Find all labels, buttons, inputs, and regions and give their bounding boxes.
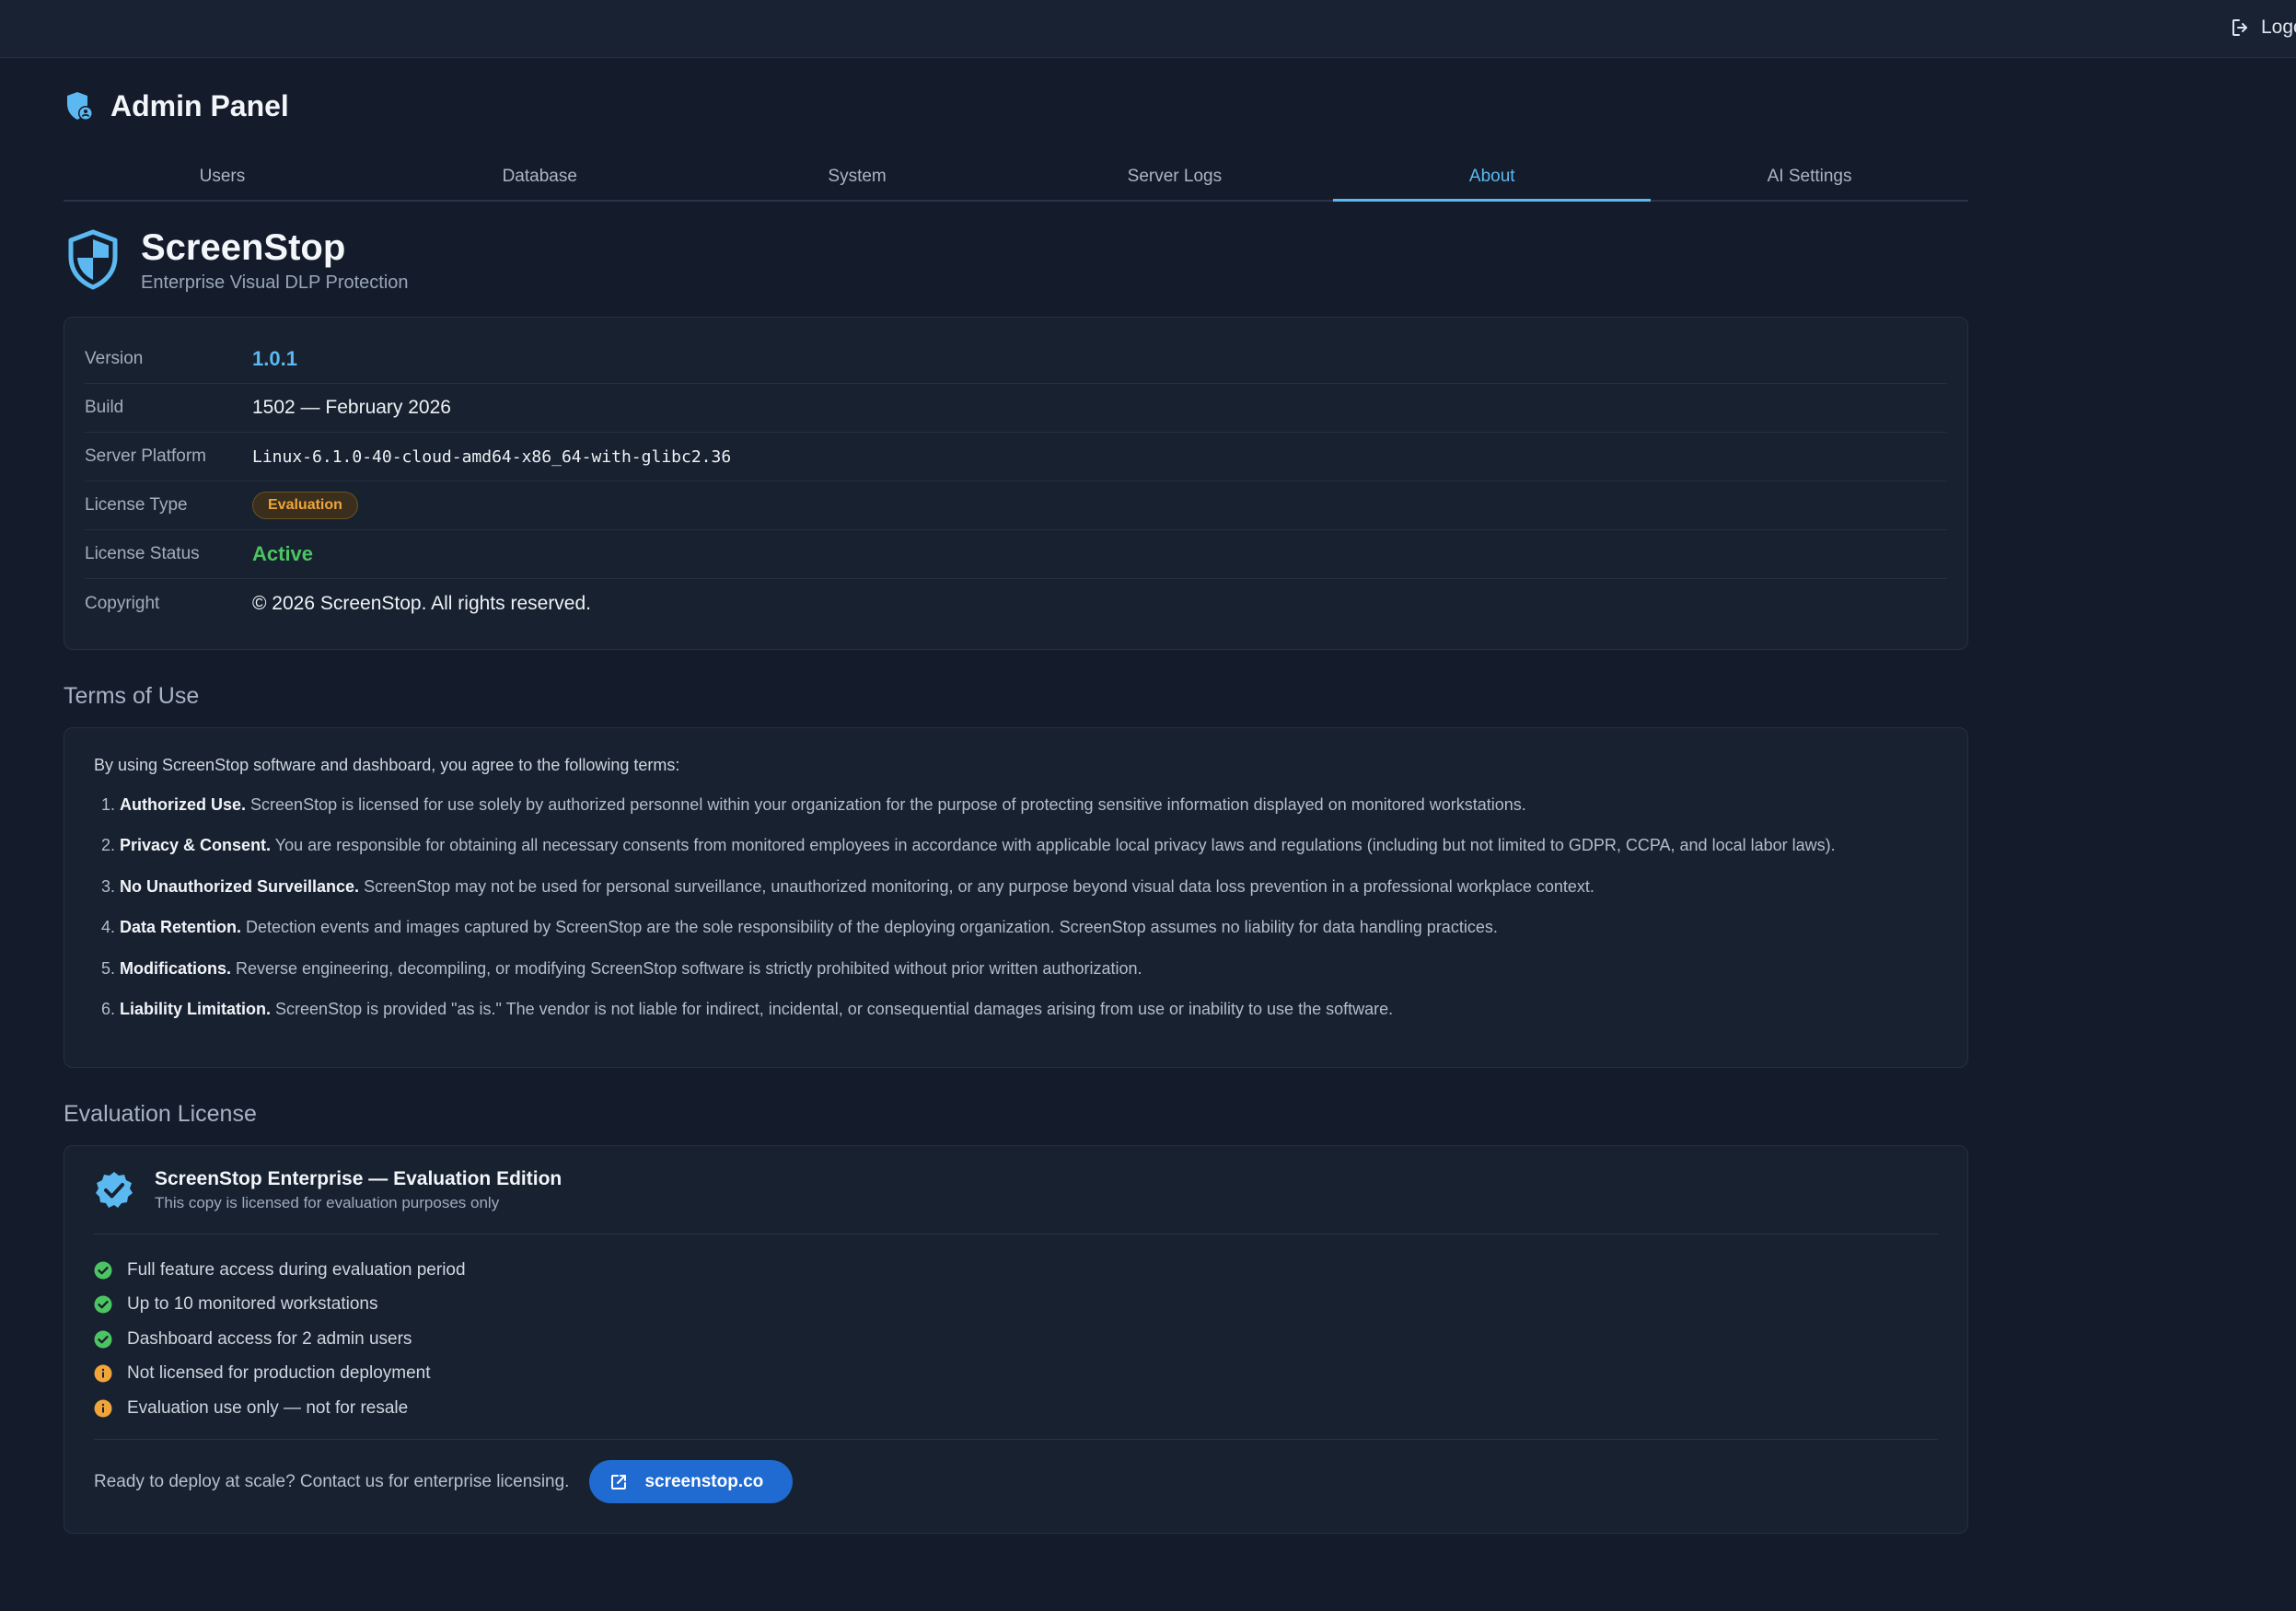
logout-label: Logout [2261, 17, 2296, 38]
terms-intro: By using ScreenStop software and dashboa… [94, 756, 680, 774]
product-tagline: Enterprise Visual DLP Protection [141, 272, 409, 293]
verified-badge-icon [96, 1171, 133, 1208]
copyright-label: Copyright [85, 593, 160, 613]
build-row: Build 1502 — February 2026 [85, 384, 1947, 433]
info-circle-icon [94, 1399, 112, 1418]
external-link-icon [611, 1474, 627, 1489]
logout-button[interactable]: Logout [2230, 9, 2296, 46]
shield-icon [68, 229, 118, 290]
tab-database[interactable]: Database [381, 153, 699, 200]
evaluation-heading: ScreenStop Enterprise — Evaluation Editi… [155, 1167, 562, 1189]
version-row: Version 1.0.1 [85, 335, 1947, 384]
license-status-row: License Status Active [85, 530, 1947, 579]
check-circle-icon [94, 1295, 112, 1314]
tab-bar: Users Database System Server Logs About … [64, 153, 1968, 202]
version-label: Version [85, 349, 144, 368]
copyright-row: Copyright © 2026 ScreenStop. All rights … [85, 579, 1947, 628]
terms-list: Authorized Use. ScreenStop is licensed f… [94, 794, 1938, 1020]
terms-item: Data Retention. Detection events and ima… [120, 916, 1938, 938]
info-circle-icon [94, 1364, 112, 1383]
check-circle-icon [94, 1330, 112, 1349]
tab-server-logs[interactable]: Server Logs [1015, 153, 1333, 200]
terms-card: By using ScreenStop software and dashboa… [64, 727, 1968, 1068]
top-bar: Logout [0, 0, 2296, 58]
copyright-value: © 2026 ScreenStop. All rights reserved. [252, 592, 592, 614]
page-title: Admin Panel [110, 88, 289, 122]
evaluation-header: ScreenStop Enterprise — Evaluation Editi… [94, 1146, 1938, 1234]
cta-text: Ready to deploy at scale? Contact us for… [94, 1471, 570, 1491]
license-type-row: License Type Evaluation [85, 481, 1947, 530]
product-name: ScreenStop [141, 227, 346, 268]
feature-item: Evaluation use only — not for resale [94, 1391, 1938, 1426]
about-info-card: Version 1.0.1 Build 1502 — February 2026… [64, 317, 1968, 650]
shield-user-icon [67, 92, 93, 121]
build-value: 1502 — February 2026 [252, 397, 451, 418]
license-status-label: License Status [85, 544, 200, 563]
terms-item: No Unauthorized Surveillance. ScreenStop… [120, 875, 1938, 898]
website-link-button[interactable]: screenstop.co [589, 1460, 794, 1503]
tab-system[interactable]: System [699, 153, 1016, 200]
terms-item: Modifications. Reverse engineering, deco… [120, 957, 1938, 979]
tab-ai-settings[interactable]: AI Settings [1651, 153, 1968, 200]
evaluation-section-title: Evaluation License [64, 1101, 257, 1127]
platform-row: Server Platform Linux-6.1.0-40-cloud-amd… [85, 433, 1947, 481]
terms-section-title: Terms of Use [64, 683, 200, 709]
version-value: 1.0.1 [252, 347, 297, 370]
website-link-label: screenstop.co [644, 1471, 764, 1491]
feature-item: Not licensed for production deployment [94, 1357, 1938, 1392]
logout-icon [2232, 19, 2247, 36]
tab-users[interactable]: Users [64, 153, 381, 200]
platform-value: Linux-6.1.0-40-cloud-amd64-x86_64-with-g… [252, 446, 732, 467]
feature-item: Full feature access during evaluation pe… [94, 1253, 1938, 1288]
feature-item: Up to 10 monitored workstations [94, 1288, 1938, 1323]
terms-item: Liability Limitation. ScreenStop is prov… [120, 998, 1938, 1020]
platform-label: Server Platform [85, 446, 206, 466]
evaluation-cta: Ready to deploy at scale? Contact us for… [94, 1440, 1938, 1524]
tab-about[interactable]: About [1333, 153, 1651, 202]
license-type-label: License Type [85, 495, 188, 515]
build-label: Build [85, 398, 124, 417]
terms-item: Authorized Use. ScreenStop is licensed f… [120, 794, 1938, 816]
evaluation-feature-list: Full feature access during evaluation pe… [94, 1234, 1938, 1440]
license-status-value: Active [252, 542, 314, 565]
terms-item: Privacy & Consent. You are responsible f… [120, 834, 1938, 856]
check-circle-icon [94, 1261, 112, 1280]
evaluation-card: ScreenStop Enterprise — Evaluation Editi… [64, 1145, 1968, 1534]
product-brand: ScreenStop Enterprise Visual DLP Protect… [67, 226, 409, 294]
license-type-badge: Evaluation [252, 492, 358, 519]
admin-panel-header: Admin Panel [64, 87, 289, 125]
evaluation-subheading: This copy is licensed for evaluation pur… [155, 1193, 500, 1211]
feature-item: Dashboard access for 2 admin users [94, 1322, 1938, 1357]
